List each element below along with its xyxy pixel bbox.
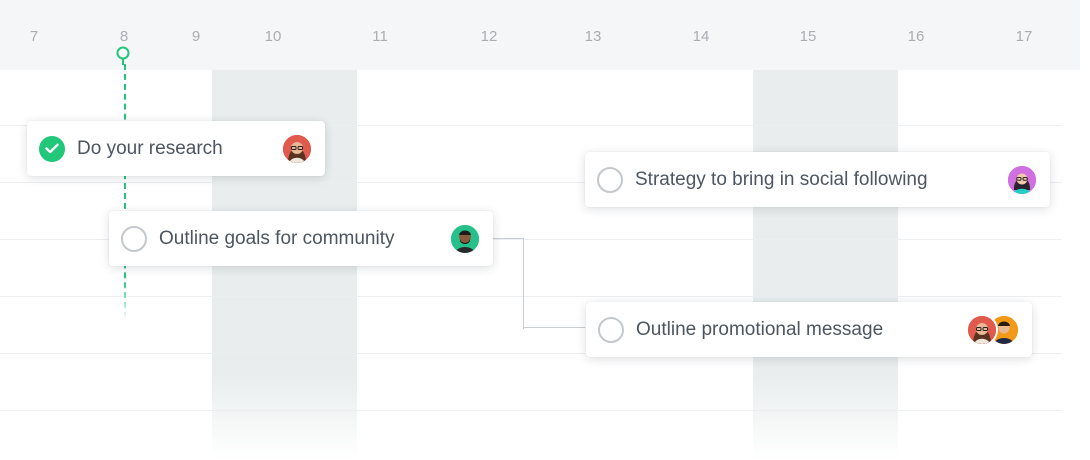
task-card[interactable]: Outline goals for community: [109, 211, 493, 266]
task-card[interactable]: Do your research: [27, 121, 325, 176]
day-label: 8: [119, 28, 129, 45]
day-label: 16: [907, 28, 925, 45]
timeline-header: 7 8 9 10 11 12 13 14 15 16 17: [0, 0, 1080, 70]
day-label: 10: [264, 28, 282, 45]
day-label: 15: [799, 28, 817, 45]
incomplete-check-icon[interactable]: [597, 166, 623, 193]
task-title: Outline promotional message: [636, 318, 884, 340]
day-label: 11: [372, 28, 388, 45]
assignee-avatar-group[interactable]: [966, 313, 1020, 346]
task-card[interactable]: Strategy to bring in social following: [585, 152, 1050, 207]
day-label: 13: [584, 28, 602, 45]
assignee-avatar[interactable]: [281, 132, 313, 165]
incomplete-check-icon[interactable]: [121, 225, 147, 252]
today-line: [124, 64, 126, 320]
dependency-connector: [493, 238, 524, 329]
task-card[interactable]: Outline promotional message: [586, 302, 1032, 357]
task-title: Strategy to bring in social following: [635, 168, 928, 190]
weekend-column: [753, 70, 898, 460]
day-label: 9: [191, 28, 201, 45]
assignee-avatar[interactable]: [449, 222, 481, 255]
dependency-connector: [523, 327, 585, 328]
row-divider: [0, 410, 1062, 411]
task-title: Outline goals for community: [159, 227, 395, 249]
completed-check-icon[interactable]: [39, 135, 65, 162]
day-label: 17: [1015, 28, 1033, 45]
incomplete-check-icon[interactable]: [598, 316, 624, 343]
row-divider: [0, 296, 1062, 297]
task-title: Do your research: [77, 137, 223, 159]
day-label: 7: [29, 28, 39, 45]
day-label: 14: [692, 28, 710, 45]
today-marker-icon: [116, 46, 130, 65]
day-label: 12: [480, 28, 498, 45]
assignee-avatar[interactable]: [1006, 163, 1038, 196]
assignee-avatar[interactable]: [966, 313, 998, 346]
